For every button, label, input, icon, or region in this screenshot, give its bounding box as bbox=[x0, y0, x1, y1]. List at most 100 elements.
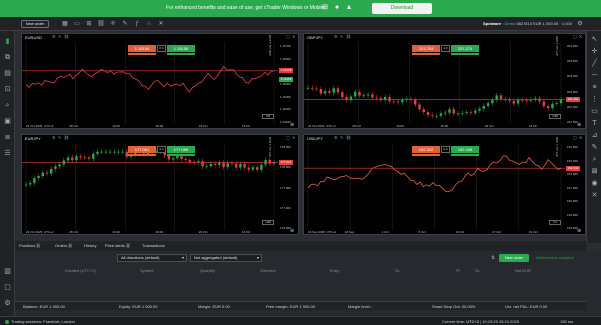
portfolio-icon[interactable]: ▢ bbox=[3, 283, 12, 292]
panel-new-order-button[interactable]: New order bbox=[499, 254, 529, 262]
maximize-icon[interactable]: ▢ bbox=[286, 135, 290, 140]
buy-button[interactable]: 1.16158 bbox=[167, 45, 195, 52]
android-icon[interactable]: ▲ bbox=[345, 4, 353, 12]
crosshair-icon[interactable]: ✛ bbox=[109, 20, 117, 28]
eye-icon[interactable]: ◉ bbox=[590, 179, 599, 188]
trendline-icon[interactable]: ╱ bbox=[590, 59, 599, 68]
close-icon[interactable]: ✕ bbox=[579, 135, 582, 140]
link-icon[interactable]: ⛓ bbox=[346, 135, 351, 140]
maximize-icon[interactable]: ▢ bbox=[573, 34, 577, 39]
zoom-icon[interactable]: ⊕ bbox=[577, 122, 581, 128]
timeframe-selector[interactable]: h4 bbox=[549, 220, 561, 225]
tab-positions[interactable]: Positions 0 bbox=[19, 243, 41, 248]
buy-button[interactable]: 152.346 bbox=[451, 146, 479, 153]
sell-button[interactable]: 201.264 bbox=[412, 45, 440, 52]
timeframe-selector[interactable]: m5 bbox=[262, 114, 274, 119]
chart-symbol[interactable]: USDJPY bbox=[307, 136, 323, 141]
trash-icon[interactable]: ✕ bbox=[157, 20, 165, 28]
account-info[interactable]: Spotware · Demo 5827810 EUR 1 000.00 · 1… bbox=[483, 21, 572, 26]
edit-icon[interactable]: ✎ bbox=[340, 34, 343, 39]
settings-icon[interactable]: ⚙ bbox=[576, 20, 584, 28]
windows-icon[interactable]: ⊞ bbox=[321, 4, 329, 12]
chart-usdjpy[interactable]: USDJPY ⚙ ✎ ⛓ ▢ ✕ 152.342 0.4 152.346 154.000 153.0… bbox=[303, 134, 586, 235]
add-columns-link[interactable]: Add/remove columns bbox=[536, 255, 574, 260]
sell-button[interactable]: 1.16154 bbox=[128, 45, 156, 52]
drawing-icon[interactable]: ✎ bbox=[121, 20, 129, 28]
gear-icon[interactable]: ⚙ bbox=[52, 135, 56, 140]
tab-transactions[interactable]: Transactions bbox=[142, 243, 165, 248]
chart-gbpjpy[interactable]: GBPJPY ⚙ ✎ ⛓ ▢ ✕ 201.264 1.0 201.274 204.000 203.5… bbox=[303, 33, 586, 129]
news-icon[interactable]: ≣ bbox=[3, 133, 12, 142]
close-icon[interactable]: ✕ bbox=[579, 34, 582, 39]
gear-icon[interactable]: ⚙ bbox=[334, 135, 338, 140]
close-icon[interactable]: ✕ bbox=[292, 34, 295, 39]
cross-icon[interactable]: ✛ bbox=[590, 47, 599, 56]
edit-icon[interactable]: ✎ bbox=[58, 34, 61, 39]
chart-mode-icon[interactable]: ▭ bbox=[73, 20, 81, 28]
col-entry[interactable]: Entry bbox=[330, 268, 339, 273]
col-sl[interactable]: SL bbox=[395, 268, 400, 273]
fibonacci-icon[interactable]: ⋮ bbox=[590, 95, 599, 104]
timeframe-selector[interactable]: m30 bbox=[549, 114, 561, 119]
col-sl-2[interactable]: SL bbox=[475, 268, 480, 273]
cursor-icon[interactable]: ↖ bbox=[590, 35, 599, 44]
grid-icon[interactable]: ⊞ bbox=[85, 20, 93, 28]
zoom-icon[interactable]: ⊕ bbox=[290, 228, 294, 234]
tab-history[interactable]: History bbox=[84, 243, 96, 248]
stats-icon[interactable]: ▥ bbox=[3, 267, 12, 276]
col-created[interactable]: Created (UTC+2) bbox=[65, 268, 96, 273]
zoom-icon[interactable]: ⊕ bbox=[577, 228, 581, 234]
magnet-icon[interactable]: ∩ bbox=[145, 20, 153, 28]
new-order-button[interactable]: New order bbox=[21, 20, 49, 28]
delete-icon[interactable]: ✕ bbox=[590, 191, 599, 200]
col-net-eur[interactable]: Net EUR bbox=[515, 268, 531, 273]
copy-icon[interactable]: ⧉ bbox=[3, 53, 12, 62]
measure-icon[interactable]: ⊿ bbox=[590, 131, 599, 140]
col-quantity[interactable]: Quantity bbox=[200, 268, 215, 273]
download-button[interactable]: Download bbox=[372, 3, 432, 14]
close-icon[interactable]: ✕ bbox=[292, 135, 295, 140]
chart-symbol[interactable]: GBPJPY bbox=[307, 35, 323, 40]
tab-price-alerts[interactable]: Price alerts 0 bbox=[105, 243, 131, 248]
gear-icon[interactable]: ⚙ bbox=[52, 34, 56, 39]
chart-symbol[interactable]: EURJPY bbox=[25, 136, 41, 141]
col-direction[interactable]: Direction bbox=[260, 268, 276, 273]
horizontal-line-icon[interactable]: ─ bbox=[590, 71, 599, 80]
timeframe-selector[interactable]: m30 bbox=[262, 220, 274, 225]
chart-eurusd[interactable]: EURUSD ⚙ ✎ ⛓ ▢ ✕ 1.16154 0.4 1.16158 1.16700 1.166… bbox=[21, 33, 299, 129]
edit-icon[interactable]: ✎ bbox=[58, 135, 61, 140]
gear-icon[interactable]: ⚙ bbox=[334, 34, 338, 39]
trading-sessions[interactable]: Trading sessions: Frankfurt, London bbox=[5, 319, 75, 324]
watchlist-icon[interactable]: ☰ bbox=[3, 149, 12, 158]
lock-icon[interactable]: ⊠ bbox=[590, 167, 599, 176]
trade-icon[interactable]: ▮ bbox=[3, 37, 12, 46]
shape-icon[interactable]: ▭ bbox=[590, 107, 599, 116]
chart-symbol[interactable]: EURUSD bbox=[25, 35, 42, 40]
link-icon[interactable]: ⛓ bbox=[346, 34, 351, 39]
zoom-icon[interactable]: ⌕ bbox=[590, 155, 599, 164]
sell-button[interactable]: 177.061 bbox=[128, 146, 156, 153]
col-symbol[interactable]: Symbol bbox=[140, 268, 153, 273]
algo-icon[interactable]: ▤ bbox=[3, 69, 12, 78]
buy-button[interactable]: 177.065 bbox=[167, 146, 195, 153]
search-icon[interactable]: ⌕ bbox=[3, 101, 12, 110]
help-icon[interactable]: ⚙ bbox=[3, 299, 12, 308]
aggregation-select[interactable]: Not aggregated (default) ▾ bbox=[190, 254, 262, 262]
chart-eurjpy[interactable]: EURJPY ⚙ ✎ ⛓ ▢ ✕ 177.061 0.4 177.065 178.500 178.0… bbox=[21, 134, 299, 235]
edit-icon[interactable]: ✎ bbox=[340, 135, 343, 140]
link-icon[interactable]: ⛓ bbox=[64, 34, 69, 39]
sell-button[interactable]: 152.342 bbox=[412, 146, 440, 153]
analyze-icon[interactable]: ⊡ bbox=[3, 85, 12, 94]
text-icon[interactable]: T bbox=[590, 119, 599, 128]
link-icon[interactable]: ⛓ bbox=[64, 135, 69, 140]
calendar-icon[interactable]: ▣ bbox=[3, 117, 12, 126]
link-icon[interactable]: ⛓ bbox=[97, 20, 105, 28]
col-tp[interactable]: TP bbox=[455, 268, 460, 273]
tab-orders[interactable]: Orders 0 bbox=[55, 243, 73, 248]
buy-button[interactable]: 201.274 bbox=[451, 45, 479, 52]
pen-icon[interactable]: ✎ bbox=[590, 143, 599, 152]
maximize-icon[interactable]: ▢ bbox=[573, 135, 577, 140]
maximize-icon[interactable]: ▢ bbox=[286, 34, 290, 39]
apple-icon[interactable]: ● bbox=[333, 4, 341, 12]
directions-select[interactable]: All directions (default) ▾ bbox=[117, 254, 187, 262]
